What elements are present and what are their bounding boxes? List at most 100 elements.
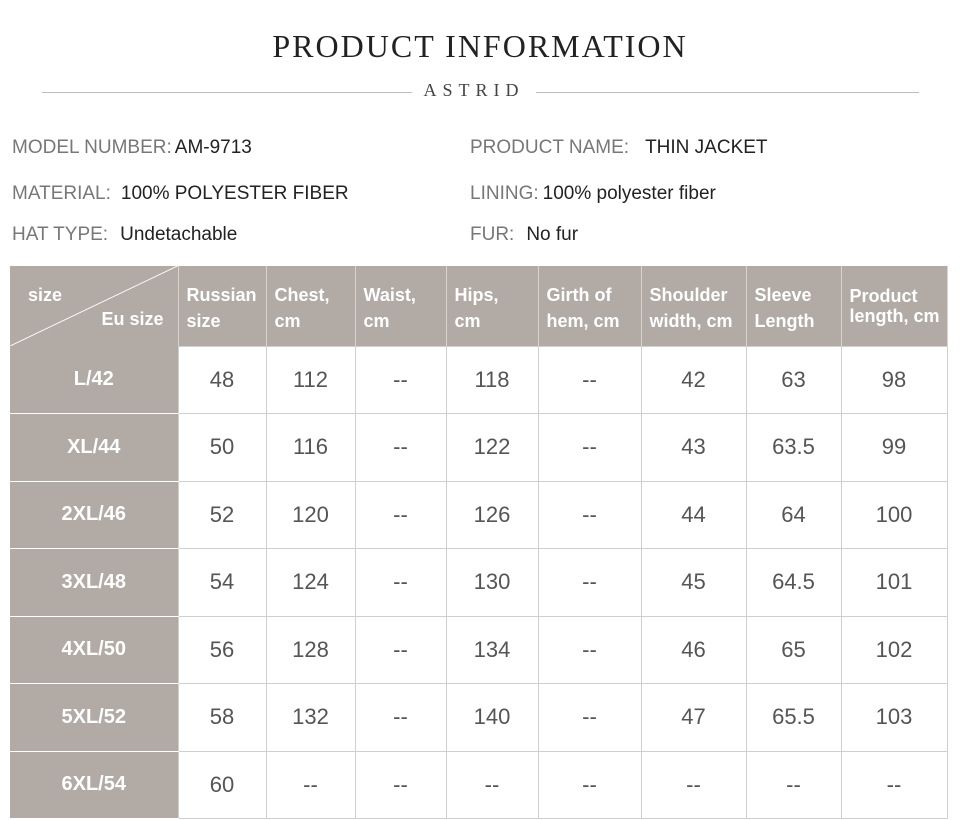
header-row: size Eu size Russian size Chest, cm Waist,… [10, 266, 948, 346]
cell-sleeve-length: -- [745, 750, 842, 819]
cell-girth-of-hem: -- [537, 750, 642, 819]
brand-name: ASTRID [423, 80, 525, 100]
page-title: PRODUCT INFORMATION [272, 28, 688, 64]
cell-girth-of-hem: -- [537, 480, 642, 549]
lining-value: 100% polyester fiber [542, 183, 716, 204]
cell-waist: -- [354, 683, 447, 752]
brand-divider: ASTRID [42, 80, 919, 104]
header-shoulder-width: Shoulder width, cm [641, 266, 747, 346]
cell-chest: 116 [265, 413, 356, 482]
cell-shoulder-width: 46 [640, 615, 747, 684]
cell-product-length: 102 [840, 615, 948, 684]
cell-girth-of-hem: -- [537, 413, 642, 482]
cell-waist: -- [354, 750, 447, 819]
material-value: 100% POLYESTER FIBER [120, 183, 349, 204]
cell-girth-of-hem: -- [537, 345, 642, 414]
fur-value: No fur [526, 224, 579, 245]
cell-product-length: -- [840, 750, 948, 819]
cell-shoulder-width: 47 [640, 683, 747, 752]
row-eu-size: 2XL/46 [10, 481, 178, 549]
cell-waist: -- [354, 615, 447, 684]
cell-chest: 128 [265, 615, 356, 684]
hat-type-label: HAT TYPE: [12, 224, 109, 245]
cell-shoulder-width: 42 [640, 345, 747, 414]
cell-russian-size: 52 [177, 480, 267, 549]
product-name-label: PRODUCT NAME: [470, 137, 630, 158]
info-material: MATERIAL: 100% POLYESTER FIBER [12, 182, 349, 206]
cell-sleeve-length: 64.5 [745, 548, 842, 617]
cell-sleeve-length: 63 [745, 345, 842, 414]
cell-hips: 134 [445, 615, 539, 684]
table-row: 5XL/52 58 132 -- 140 -- 47 65.5 103 [10, 683, 948, 752]
cell-shoulder-width: -- [640, 750, 747, 819]
cell-sleeve-length: 63.5 [745, 413, 842, 482]
divider-line-left [42, 92, 412, 93]
info-lining: LINING: 100% polyester fiber [470, 182, 716, 206]
table-row: 6XL/54 60 -- -- -- -- -- -- -- [10, 750, 948, 819]
cell-waist: -- [354, 480, 447, 549]
cell-russian-size: 50 [177, 413, 267, 482]
fur-label: FUR: [470, 224, 515, 245]
table-row: XL/44 50 116 -- 122 -- 43 63.5 99 [10, 413, 948, 482]
corner-label-eu-size: Eu size [101, 309, 164, 329]
cell-chest: 124 [265, 548, 356, 617]
row-eu-size: 4XL/50 [10, 616, 178, 684]
cell-hips: 122 [445, 413, 539, 482]
header-waist: Waist, cm [355, 266, 447, 346]
cell-hips: 140 [445, 683, 539, 752]
info-model-number: MODEL NUMBER: AM-9713 [12, 136, 252, 160]
cell-sleeve-length: 64 [745, 480, 842, 549]
header-russian-size: Russian size [178, 266, 267, 346]
cell-hips: 118 [445, 345, 539, 414]
cell-chest: 132 [265, 683, 356, 752]
header-product-length: Product length, cm [841, 266, 948, 346]
table-row: 3XL/48 54 124 -- 130 -- 45 64.5 101 [10, 548, 948, 617]
row-eu-size: L/42 [10, 346, 178, 414]
cell-product-length: 98 [840, 345, 948, 414]
hat-type-value: Undetachable [120, 224, 238, 245]
cell-hips: 130 [445, 548, 539, 617]
cell-shoulder-width: 45 [640, 548, 747, 617]
size-chart-table: size Eu size Russian size Chest, cm Waist,… [10, 266, 948, 819]
table-row: 2XL/46 52 120 -- 126 -- 44 64 100 [10, 480, 948, 549]
cell-sleeve-length: 65 [745, 615, 842, 684]
cell-hips: 126 [445, 480, 539, 549]
cell-russian-size: 58 [177, 683, 267, 752]
cell-chest: 120 [265, 480, 356, 549]
cell-product-length: 101 [840, 548, 948, 617]
cell-waist: -- [354, 413, 447, 482]
header-sleeve-length: Sleeve Length [746, 266, 842, 346]
cell-chest: 112 [265, 345, 356, 414]
model-number-label: MODEL NUMBER: [12, 137, 172, 158]
cell-russian-size: 60 [177, 750, 267, 819]
header-hips: Hips, cm [446, 266, 539, 346]
model-number-value: AM-9713 [174, 137, 252, 158]
row-eu-size: XL/44 [10, 413, 178, 482]
header-corner-cell: size Eu size [10, 266, 179, 346]
row-eu-size: 5XL/52 [10, 683, 178, 752]
info-fur: FUR: No fur [470, 223, 578, 247]
cell-girth-of-hem: -- [537, 683, 642, 752]
cell-girth-of-hem: -- [537, 615, 642, 684]
divider-line-right [536, 92, 919, 93]
table-row: L/42 48 112 -- 118 -- 42 63 98 [10, 345, 948, 414]
cell-russian-size: 56 [177, 615, 267, 684]
cell-chest: -- [265, 750, 356, 819]
header-chest: Chest, cm [266, 266, 356, 346]
row-eu-size: 6XL/54 [10, 751, 178, 819]
cell-sleeve-length: 65.5 [745, 683, 842, 752]
cell-waist: -- [354, 548, 447, 617]
info-product-name: PRODUCT NAME: THIN JACKET [470, 136, 768, 160]
product-name-value: THIN JACKET [645, 137, 768, 158]
cell-girth-of-hem: -- [537, 548, 642, 617]
cell-hips: -- [445, 750, 539, 819]
info-hat-type: HAT TYPE: Undetachable [12, 223, 237, 247]
cell-shoulder-width: 44 [640, 480, 747, 549]
cell-shoulder-width: 43 [640, 413, 747, 482]
corner-label-size: size [28, 285, 63, 305]
cell-russian-size: 48 [177, 345, 267, 414]
cell-russian-size: 54 [177, 548, 267, 617]
lining-label: LINING: [470, 183, 539, 204]
material-label: MATERIAL: [12, 183, 111, 204]
row-eu-size: 3XL/48 [10, 548, 178, 617]
